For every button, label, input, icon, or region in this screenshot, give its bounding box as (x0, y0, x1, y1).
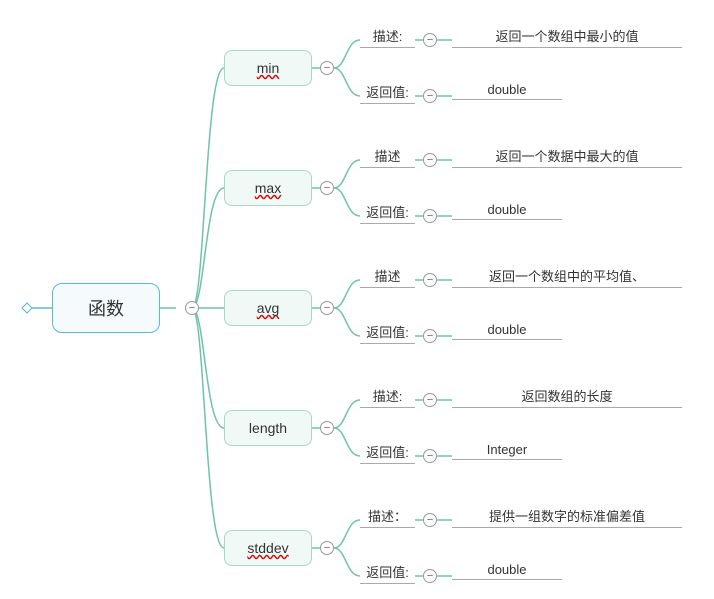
collapse-toggle-stddev-return[interactable]: − (423, 569, 437, 583)
desc-label: 描述： (360, 506, 415, 528)
root-label: 函数 (88, 295, 124, 321)
collapse-toggle-length-return[interactable]: − (423, 449, 437, 463)
func-node-min[interactable]: min (224, 50, 312, 86)
collapse-toggle-min-return[interactable]: − (423, 89, 437, 103)
func-node-max[interactable]: max (224, 170, 312, 206)
desc-value: 返回一个数据中最大的值 (452, 146, 682, 168)
return-value: double (452, 82, 562, 100)
return-value: double (452, 322, 562, 340)
collapse-toggle-avg-desc[interactable]: − (423, 273, 437, 287)
desc-value: 返回一个数组中最小的值 (452, 26, 682, 48)
collapse-toggle-min-desc[interactable]: − (423, 33, 437, 47)
collapse-toggle-stddev-desc[interactable]: − (423, 513, 437, 527)
return-value: Integer (452, 442, 562, 460)
collapse-toggle-max-return[interactable]: − (423, 209, 437, 223)
return-label: 返回值: (360, 202, 415, 224)
func-label: avg (257, 300, 280, 316)
collapse-toggle-stddev[interactable]: − (320, 541, 334, 555)
return-label: 返回值: (360, 562, 415, 584)
collapse-toggle-avg-return[interactable]: − (423, 329, 437, 343)
collapse-toggle-length-desc[interactable]: − (423, 393, 437, 407)
collapse-toggle-root[interactable]: − (185, 301, 199, 315)
func-label: stddev (247, 540, 288, 556)
collapse-toggle-length[interactable]: − (320, 421, 334, 435)
return-value: double (452, 202, 562, 220)
collapse-toggle-max-desc[interactable]: − (423, 153, 437, 167)
func-node-stddev[interactable]: stddev (224, 530, 312, 566)
desc-label: 描述: (360, 26, 415, 48)
collapse-toggle-max[interactable]: − (320, 181, 334, 195)
desc-value: 提供一组数字的标准偏差值 (452, 506, 682, 528)
root-node[interactable]: 函数 (52, 283, 160, 333)
desc-label: 描述 (360, 146, 415, 168)
return-label: 返回值: (360, 442, 415, 464)
collapse-toggle-min[interactable]: − (320, 61, 334, 75)
func-node-length[interactable]: length (224, 410, 312, 446)
return-label: 返回值: (360, 82, 415, 104)
func-label: length (249, 420, 287, 436)
return-label: 返回值: (360, 322, 415, 344)
return-value: double (452, 562, 562, 580)
func-label: max (255, 180, 281, 196)
desc-label: 描述: (360, 386, 415, 408)
desc-label: 描述 (360, 266, 415, 288)
func-label: min (257, 60, 280, 76)
desc-value: 返回一个数组中的平均值、 (452, 266, 682, 288)
desc-value: 返回数组的长度 (452, 386, 682, 408)
collapse-toggle-avg[interactable]: − (320, 301, 334, 315)
func-node-avg[interactable]: avg (224, 290, 312, 326)
